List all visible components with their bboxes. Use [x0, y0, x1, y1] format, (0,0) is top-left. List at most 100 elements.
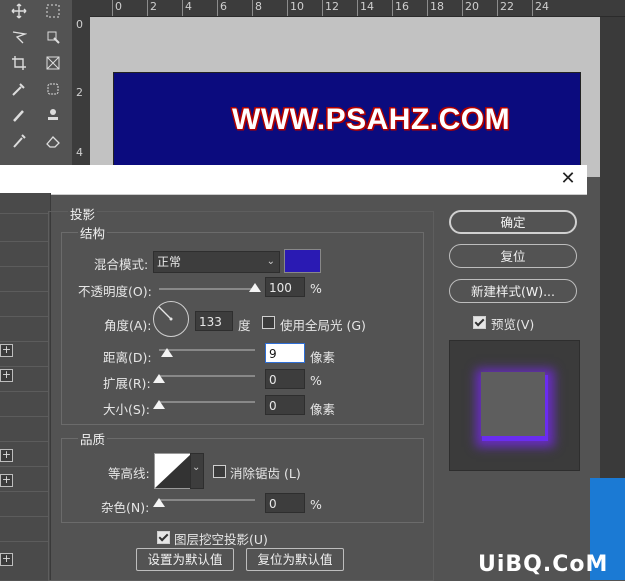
- style-preview: [449, 340, 580, 471]
- size-unit: 像素: [310, 402, 336, 417]
- preview-checkbox[interactable]: [473, 316, 486, 329]
- ruler-h-number: 22: [500, 0, 514, 13]
- opacity-unit: %: [310, 281, 322, 296]
- eyedropper-icon[interactable]: [10, 80, 28, 98]
- make-default-button[interactable]: 设置为默认值: [136, 548, 234, 571]
- ruler-h-number: 16: [395, 0, 409, 13]
- size-input[interactable]: 0: [265, 395, 305, 415]
- add-style-icon[interactable]: +: [0, 369, 13, 382]
- watermark: UiBQ.CoM: [478, 552, 609, 577]
- antialias-label: 消除锯齿 (L): [230, 466, 301, 481]
- magic-wand-icon[interactable]: [44, 28, 62, 46]
- new-style-button[interactable]: 新建样式(W)...: [449, 279, 577, 303]
- blend-mode-value: 正常: [157, 255, 182, 269]
- ruler-h-number: 8: [255, 0, 262, 13]
- knockout-label: 图层挖空投影(U): [174, 532, 268, 547]
- noise-unit: %: [310, 497, 322, 512]
- noise-input[interactable]: 0: [265, 493, 305, 513]
- opacity-input[interactable]: 100: [265, 277, 305, 297]
- move-icon[interactable]: [10, 2, 28, 20]
- preview-label: 预览(V): [491, 317, 535, 332]
- ruler-h-number: 2: [150, 0, 157, 13]
- angle-dial-needle-icon: [158, 306, 173, 321]
- crop-icon[interactable]: [10, 54, 28, 72]
- opacity-label: 不透明度(O):: [78, 284, 152, 299]
- spread-unit: %: [310, 373, 322, 388]
- distance-label: 距离(D):: [103, 350, 152, 365]
- ruler-h-number: 20: [465, 0, 479, 13]
- tools-panel: [0, 0, 78, 170]
- distance-input[interactable]: 9: [265, 343, 305, 363]
- chevron-down-icon: ⌄: [266, 256, 275, 267]
- ok-button[interactable]: 确定: [449, 210, 577, 234]
- spread-input[interactable]: 0: [265, 369, 305, 389]
- brush-icon[interactable]: [10, 106, 28, 124]
- dialog-title-bar[interactable]: ✕: [0, 165, 587, 195]
- vertical-ruler: 0 2 4: [72, 0, 91, 170]
- lasso-icon[interactable]: [10, 28, 28, 46]
- marquee-icon[interactable]: [44, 2, 62, 20]
- ruler-v-number: 4: [76, 146, 83, 159]
- distance-unit: 像素: [310, 350, 336, 365]
- contour-label: 等高线:: [108, 466, 150, 481]
- add-style-icon[interactable]: +: [0, 449, 13, 462]
- size-label: 大小(S):: [103, 402, 150, 417]
- reset-button[interactable]: 复位: [449, 244, 577, 268]
- horizontal-ruler: 0 2 4 6 8 10 12 14 16 18 20 22 24: [90, 0, 625, 17]
- ruler-h-number: 14: [360, 0, 374, 13]
- ruler-v-number: 0: [76, 18, 83, 31]
- noise-label: 杂色(N):: [101, 500, 150, 515]
- canvas-text: WWW.PSAHZ.COM: [232, 103, 511, 136]
- add-style-icon[interactable]: +: [0, 344, 13, 357]
- distance-slider[interactable]: [159, 349, 255, 351]
- add-style-icon[interactable]: +: [0, 553, 13, 566]
- preview-swatch: [481, 372, 545, 436]
- styles-list: + + + + +: [0, 193, 51, 580]
- size-slider[interactable]: [159, 401, 255, 403]
- noise-slider[interactable]: [159, 499, 255, 501]
- spread-slider-thumb[interactable]: [153, 374, 165, 383]
- knockout-checkbox[interactable]: [157, 531, 170, 544]
- stamp-icon[interactable]: [44, 106, 62, 124]
- close-icon[interactable]: ✕: [559, 170, 577, 188]
- structure-title: 结构: [78, 223, 108, 242]
- contour-dropdown[interactable]: ⌄: [190, 453, 204, 489]
- ruler-h-number: 18: [430, 0, 444, 13]
- ruler-h-number: 0: [115, 0, 122, 13]
- chevron-down-icon: ⌄: [192, 462, 201, 473]
- spread-label: 扩展(R):: [103, 376, 151, 391]
- blend-mode-select[interactable]: 正常 ⌄: [153, 251, 280, 273]
- shadow-color-swatch[interactable]: [284, 249, 321, 273]
- ruler-h-number: 12: [325, 0, 339, 13]
- angle-unit: 度: [238, 318, 251, 333]
- antialias-checkbox[interactable]: [213, 465, 226, 478]
- spread-slider[interactable]: [159, 375, 255, 377]
- contour-curve-icon: [155, 454, 191, 488]
- ruler-h-number: 10: [290, 0, 304, 13]
- opacity-slider-thumb[interactable]: [249, 283, 261, 292]
- noise-slider-thumb[interactable]: [153, 498, 165, 507]
- history-brush-icon[interactable]: [10, 132, 28, 150]
- angle-input[interactable]: 133: [195, 311, 233, 331]
- global-light-checkbox[interactable]: [262, 316, 275, 329]
- drop-shadow-title: 投影: [68, 204, 98, 223]
- ruler-v-number: 2: [76, 86, 83, 99]
- contour-preview[interactable]: [154, 453, 192, 489]
- frame-icon[interactable]: [44, 54, 62, 72]
- patch-icon[interactable]: [44, 80, 62, 98]
- layer-style-dialog: ✕ + + + + + 投影 结构 混合模式: 正常 ⌄ 不透明度(O): 10…: [0, 165, 587, 581]
- ruler-h-number: 6: [220, 0, 227, 13]
- angle-label: 角度(A):: [104, 318, 152, 333]
- global-light-label: 使用全局光 (G): [280, 318, 366, 333]
- reset-default-button[interactable]: 复位为默认值: [246, 548, 344, 571]
- eraser-icon[interactable]: [44, 132, 62, 150]
- ruler-h-number: 4: [185, 0, 192, 13]
- add-style-icon[interactable]: +: [0, 474, 13, 487]
- ruler-h-number: 24: [535, 0, 549, 13]
- quality-title: 品质: [78, 429, 108, 448]
- distance-slider-thumb[interactable]: [160, 348, 173, 357]
- angle-dial[interactable]: [153, 301, 189, 337]
- size-slider-thumb[interactable]: [153, 400, 165, 409]
- blend-mode-label: 混合模式:: [94, 257, 149, 272]
- opacity-slider[interactable]: [159, 288, 255, 290]
